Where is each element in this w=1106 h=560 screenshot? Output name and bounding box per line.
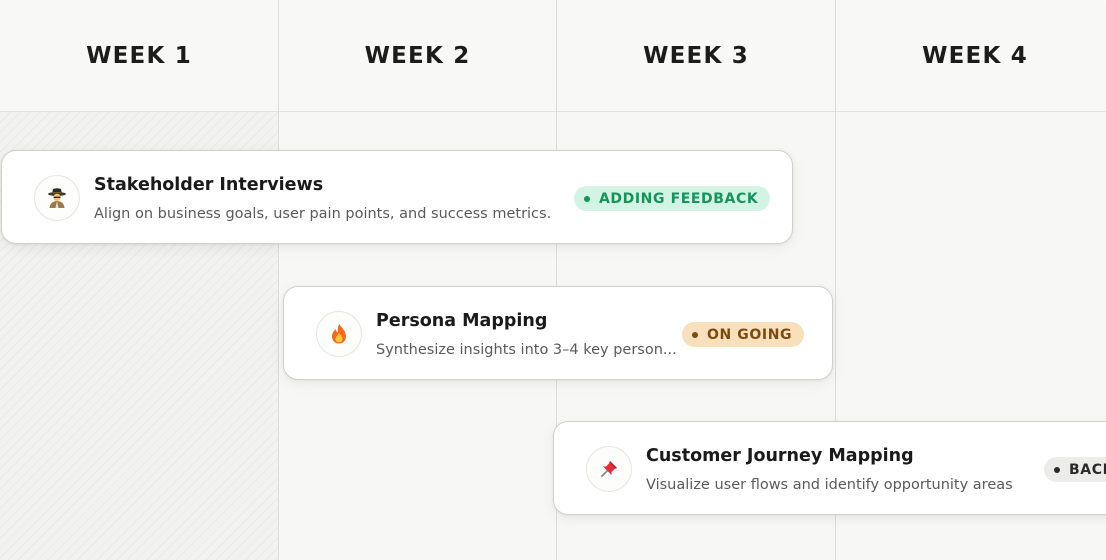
task-card-stakeholder-interviews[interactable]: Stakeholder Interviews Align on business… (1, 150, 793, 244)
task-description: Visualize user flows and identify opport… (646, 477, 1013, 493)
status-badge: BACKLOG (1044, 457, 1106, 482)
status-badge: ADDING FEEDBACK (574, 186, 771, 211)
status-label: BACKLOG (1069, 461, 1106, 478)
status-dot (1054, 466, 1060, 473)
week-4-header: WEEK 4 (922, 42, 1028, 69)
detective-icon (34, 175, 80, 221)
status-dot (692, 331, 698, 338)
timeline-board: WEEK 1 WEEK 2 WEEK 3 WEEK 4 Stakeholder … (0, 0, 1106, 560)
week-3-header: WEEK 3 (643, 42, 749, 69)
task-card-persona-mapping[interactable]: Persona Mapping Synthesize insights into… (283, 286, 833, 380)
status-label: ADDING FEEDBACK (599, 190, 759, 207)
fire-icon (316, 311, 362, 357)
task-card-customer-journey-mapping[interactable]: Customer Journey Mapping Visualize user … (553, 421, 1106, 515)
pushpin-icon (586, 446, 632, 492)
task-title: Customer Journey Mapping (646, 446, 914, 466)
task-description: Synthesize insights into 3–4 key person.… (376, 342, 677, 358)
status-dot (584, 195, 590, 202)
week-2-header: WEEK 2 (364, 42, 471, 69)
task-title: Stakeholder Interviews (94, 175, 324, 195)
task-title: Persona Mapping (376, 311, 548, 331)
week-1-header: WEEK 1 (86, 42, 192, 69)
task-description: Align on business goals, user pain point… (94, 206, 552, 222)
status-badge: ON GOING (682, 322, 805, 347)
status-label: ON GOING (707, 326, 793, 343)
